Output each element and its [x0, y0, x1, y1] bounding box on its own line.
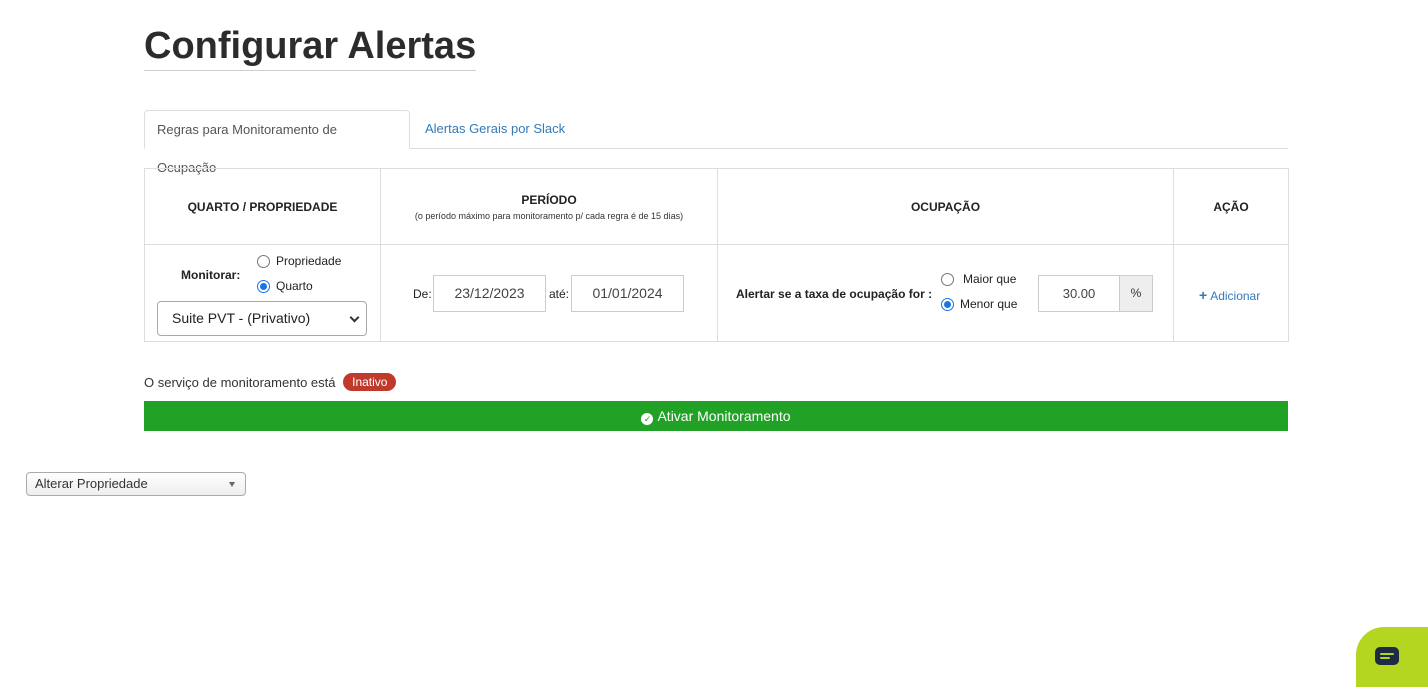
chevron-down-icon — [349, 312, 360, 323]
table-row: Monitorar: Propriedade Quarto Suite PVT … — [144, 244, 1289, 342]
room-select[interactable]: Suite PVT - (Privativo) — [157, 301, 367, 336]
caret-down-icon — [229, 482, 235, 487]
chat-icon — [1375, 647, 1399, 665]
monitor-label: Monitorar: — [181, 268, 241, 282]
header-action: AÇÃO — [1173, 168, 1289, 245]
radio-greater-than[interactable]: Maior que — [941, 272, 1017, 287]
header-room: QUARTO / PROPRIEDADE — [144, 168, 381, 245]
action-cell: + Adicionar — [1173, 244, 1289, 342]
occupancy-alert-label: Alertar se a taxa de ocupação for : — [736, 287, 933, 301]
tabs: Regras para Monitoramento de Ocupação Al… — [144, 110, 1288, 175]
radio-less-than-indicator[interactable] — [941, 298, 954, 312]
tab-occupancy-rules[interactable]: Regras para Monitoramento de Ocupação — [144, 110, 410, 175]
add-rule-label: Adicionar — [1210, 289, 1261, 303]
room-cell: Monitorar: Propriedade Quarto Suite PVT … — [144, 244, 381, 342]
chat-widget-button[interactable] — [1356, 627, 1428, 687]
header-period: PERÍODO (o período máximo para monitoram… — [380, 168, 718, 245]
change-property-select[interactable]: Alterar Propriedade — [26, 472, 246, 496]
radio-room[interactable]: Quarto — [257, 279, 313, 294]
header-occupancy-label: OCUPAÇÃO — [910, 199, 981, 214]
tab-slack-alerts[interactable]: Alertas Gerais por Slack — [413, 110, 577, 149]
activate-monitoring-button[interactable]: ✓ Ativar Monitoramento — [144, 401, 1288, 431]
radio-greater-than-indicator[interactable] — [941, 273, 954, 287]
add-rule-link[interactable]: + Adicionar — [1199, 287, 1260, 303]
activate-monitoring-label: Ativar Monitoramento — [657, 408, 791, 424]
to-label: até: — [549, 287, 570, 301]
status-text: O serviço de monitoramento está — [144, 375, 336, 390]
radio-less-than-label: Menor que — [960, 297, 1018, 311]
radio-property-label: Propriedade — [276, 254, 342, 268]
percent-addon: % — [1119, 275, 1153, 312]
radio-property[interactable]: Propriedade — [257, 254, 342, 269]
radio-property-indicator[interactable] — [257, 255, 270, 269]
occupancy-cell: Alertar se a taxa de ocupação for : Maio… — [717, 244, 1174, 342]
from-label: De: — [413, 287, 432, 301]
change-property-value: Alterar Propriedade — [35, 476, 148, 491]
radio-greater-than-label: Maior que — [963, 272, 1017, 286]
plus-icon: + — [1199, 287, 1208, 303]
room-select-value: Suite PVT - (Privativo) — [172, 310, 311, 326]
monitoring-status: O serviço de monitoramento está Inativo — [144, 373, 397, 391]
header-period-label: PERÍODO — [521, 192, 577, 207]
header-room-label: QUARTO / PROPRIEDADE — [187, 199, 338, 214]
rules-table: QUARTO / PROPRIEDADE PERÍODO (o período … — [144, 168, 1289, 342]
check-circle-icon: ✓ — [641, 413, 654, 425]
radio-room-indicator[interactable] — [257, 280, 270, 294]
to-date-input[interactable]: 01/01/2024 — [571, 275, 684, 312]
page-title: Configurar Alertas — [144, 22, 477, 71]
status-badge: Inativo — [343, 373, 397, 391]
occupancy-value-input[interactable]: 30.00 — [1038, 275, 1120, 312]
period-cell: De: 23/12/2023 até: 01/01/2024 — [380, 244, 718, 342]
radio-room-label: Quarto — [276, 279, 313, 293]
header-action-label: AÇÃO — [1213, 199, 1249, 214]
header-period-note: (o período máximo para monitoramento p/ … — [414, 210, 684, 221]
from-date-input[interactable]: 23/12/2023 — [433, 275, 546, 312]
radio-less-than[interactable]: Menor que — [941, 297, 1018, 312]
header-occupancy: OCUPAÇÃO — [717, 168, 1174, 245]
